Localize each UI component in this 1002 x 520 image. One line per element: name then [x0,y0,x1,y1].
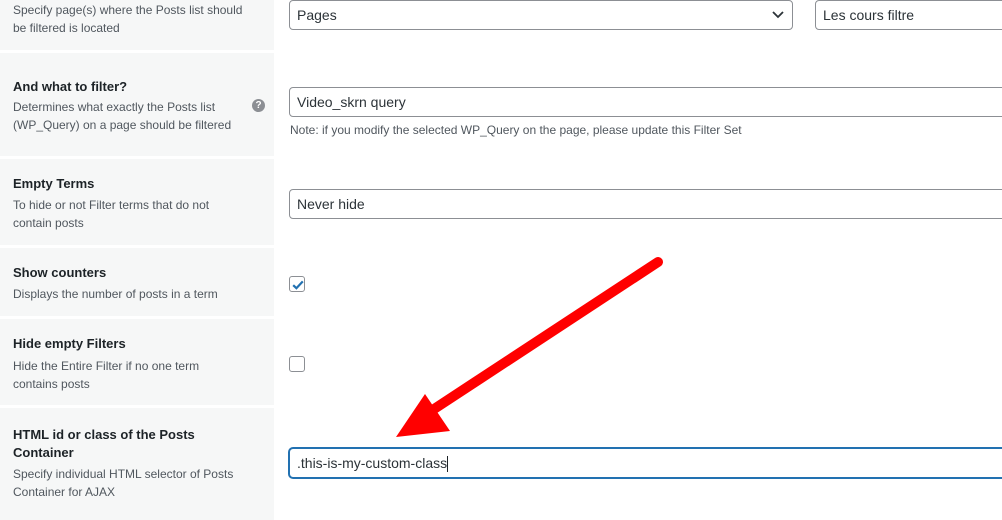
row-show-counters-label: Show counters Displays the number of pos… [0,248,274,319]
row-hide-empty-filters-label: Hide empty Filters Hide the Entire Filte… [0,319,274,408]
what-to-filter-title: And what to filter? [13,79,128,94]
location-page-value: Les cours filtre [823,7,915,23]
hide-empty-filters-checkbox[interactable] [289,356,305,372]
location-type-value: Pages [297,7,337,23]
wp-query-note: Note: if you modify the selected WP_Quer… [290,123,742,137]
wp-query-select[interactable]: Video_skrn query [289,87,1002,117]
empty-terms-select[interactable]: Never hide [289,189,1002,219]
checkmark-icon [292,280,304,290]
hide-empty-filters-description: Hide the Entire Filter if no one term co… [13,359,200,391]
row-posts-container-label: HTML id or class of the Posts Container … [0,408,274,520]
show-counters-description: Displays the number of posts in a term [13,287,218,301]
what-to-filter-description: Determines what exactly the Posts list (… [13,100,232,132]
show-counters-checkbox[interactable] [289,276,305,292]
show-counters-title: Show counters [13,265,107,280]
posts-container-title: HTML id or class of the Posts Container [13,427,195,460]
posts-container-description: Specify individual HTML selector of Post… [13,467,234,499]
chevron-down-icon [772,11,784,19]
empty-terms-value: Never hide [297,196,365,212]
location-page-select[interactable]: Les cours filtre [815,0,1002,30]
empty-terms-title: Empty Terms [13,176,95,191]
location-type-select[interactable]: Pages [289,0,793,30]
row-location-label: Specify page(s) where the Posts list sho… [0,0,274,53]
hide-empty-filters-title: Hide empty Filters [13,336,126,351]
help-icon[interactable]: ? [252,99,265,112]
row-what-to-filter-label: And what to filter? Determines what exac… [0,53,274,159]
text-caret [447,456,449,473]
wp-query-value: Video_skrn query [297,94,406,110]
posts-container-value: .this-is-my-custom-class [297,455,448,471]
empty-terms-description: To hide or not Filter terms that do not … [13,198,210,230]
posts-container-input[interactable]: .this-is-my-custom-class [289,448,1002,478]
location-description: Specify page(s) where the Posts list sho… [13,3,243,35]
row-empty-terms-label: Empty Terms To hide or not Filter terms … [0,159,274,248]
